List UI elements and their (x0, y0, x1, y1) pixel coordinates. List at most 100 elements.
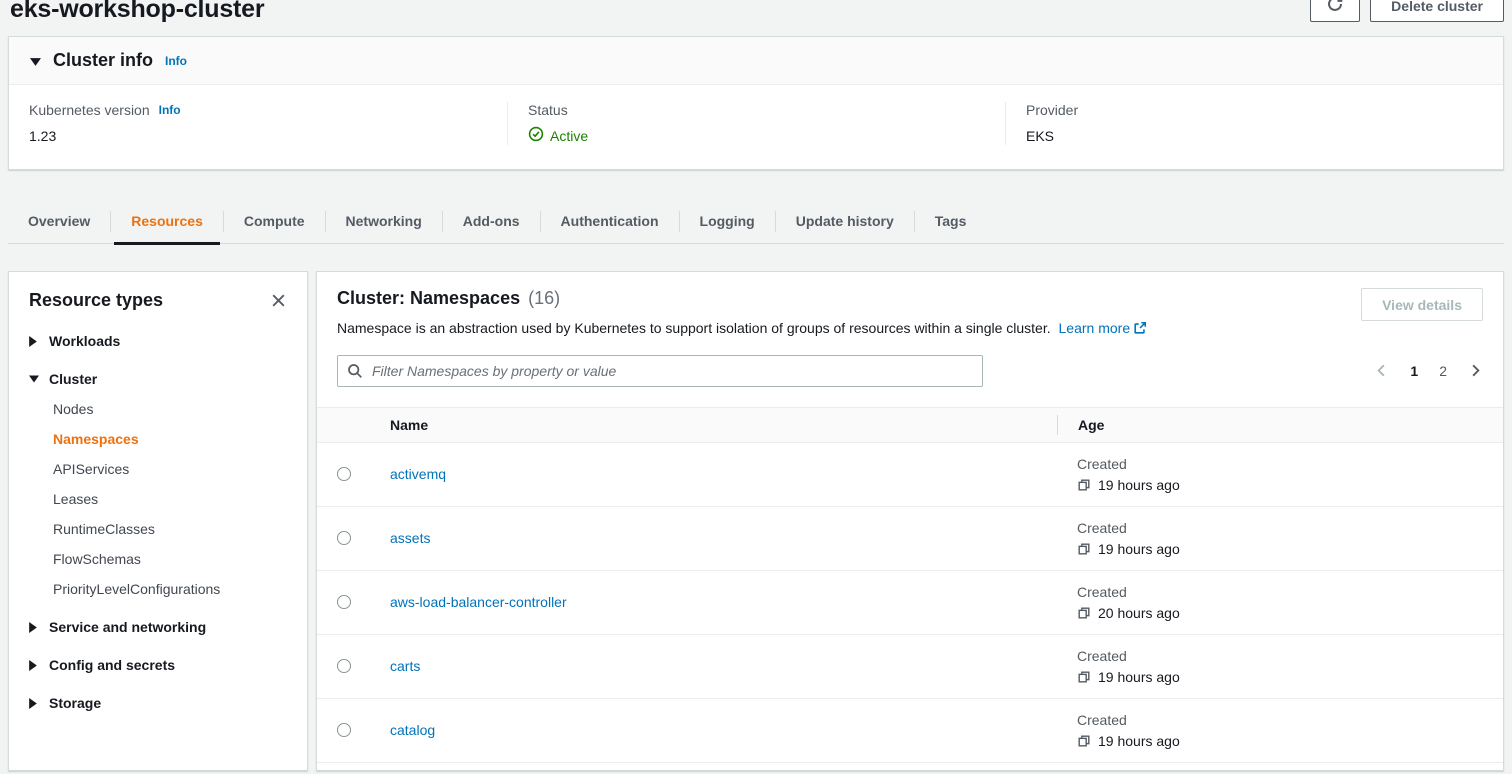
resources-content: Resource types Workloads Cluster Nodes N… (8, 271, 1504, 771)
namespace-link[interactable]: catalog (390, 722, 435, 738)
table-header: Name Age (317, 407, 1503, 443)
created-label: Created (1077, 520, 1503, 536)
kubernetes-version-label: Kubernetes version (29, 102, 150, 118)
cluster-info-header[interactable]: Cluster info Info (9, 37, 1503, 85)
chevron-right-icon (29, 622, 39, 633)
namespaces-title: Cluster: Namespaces (337, 288, 520, 309)
tree-item-nodes[interactable]: Nodes (53, 401, 287, 417)
tab-update-history[interactable]: Update history (776, 200, 914, 243)
field-kubernetes-version: Kubernetes version Info 1.23 (9, 102, 507, 145)
status-badge: Active (528, 126, 985, 145)
age-value: 20 hours ago (1098, 605, 1180, 621)
age-value: 19 hours ago (1098, 669, 1180, 685)
tree-group-label: Config and secrets (49, 657, 175, 673)
field-status: Status Active (507, 102, 1005, 145)
close-icon[interactable] (270, 292, 287, 309)
resource-types-title: Resource types (29, 290, 163, 311)
filter-namespaces-input[interactable] (337, 355, 983, 387)
status-label: Status (528, 102, 568, 118)
tab-tags[interactable]: Tags (915, 200, 987, 243)
tree-item-prioritylevelconfigurations[interactable]: PriorityLevelConfigurations (53, 581, 287, 597)
tree-group-label: Service and networking (49, 619, 206, 635)
tab-networking[interactable]: Networking (326, 200, 442, 243)
age-value: 19 hours ago (1098, 733, 1180, 749)
provider-label: Provider (1026, 102, 1078, 118)
kubernetes-version-value: 1.23 (29, 128, 487, 144)
chevron-down-icon[interactable] (30, 53, 41, 69)
row-radio[interactable] (337, 595, 351, 609)
copy-icon[interactable] (1077, 542, 1091, 556)
tree-group-storage[interactable]: Storage (29, 695, 287, 711)
pagination: 1 2 (1374, 363, 1483, 379)
tab-logging[interactable]: Logging (680, 200, 775, 243)
row-radio[interactable] (337, 531, 351, 545)
pagination-next-icon[interactable] (1468, 363, 1483, 378)
resource-types-tree: Workloads Cluster Nodes Namespaces APISe… (29, 333, 287, 711)
tree-item-namespaces[interactable]: Namespaces (53, 431, 287, 447)
learn-more-link[interactable]: Learn more (1059, 320, 1148, 336)
tree-group-label: Cluster (49, 371, 97, 387)
pagination-page-2[interactable]: 2 (1439, 363, 1447, 379)
table-row: carts Created 19 hours ago (317, 635, 1503, 699)
tree-item-leases[interactable]: Leases (53, 491, 287, 507)
namespace-link[interactable]: activemq (390, 466, 446, 482)
tree-item-apiservices[interactable]: APIServices (53, 461, 287, 477)
page-title: eks-workshop-cluster (10, 0, 264, 24)
refresh-button[interactable] (1310, 0, 1360, 22)
tab-resources[interactable]: Resources (111, 200, 223, 243)
namespaces-description: Namespace is an abstraction used by Kube… (337, 319, 1147, 341)
created-label: Created (1077, 648, 1503, 664)
row-radio[interactable] (337, 467, 351, 481)
header-actions: Delete cluster (1310, 0, 1504, 22)
namespaces-table: Name Age activemq Created 19 hours ago a… (317, 407, 1503, 763)
field-provider: Provider EKS (1005, 102, 1503, 145)
tab-authentication[interactable]: Authentication (541, 200, 679, 243)
column-header-age[interactable]: Age (1058, 417, 1503, 433)
copy-icon[interactable] (1077, 734, 1091, 748)
check-circle-icon (528, 126, 544, 145)
table-row: activemq Created 19 hours ago (317, 443, 1503, 507)
cluster-info-info-link[interactable]: Info (165, 54, 187, 68)
refresh-icon (1326, 0, 1344, 16)
tab-compute[interactable]: Compute (224, 200, 325, 243)
tree-group-cluster[interactable]: Cluster (29, 371, 287, 387)
tab-overview[interactable]: Overview (8, 200, 110, 243)
copy-icon[interactable] (1077, 606, 1091, 620)
delete-cluster-button[interactable]: Delete cluster (1370, 0, 1504, 22)
column-header-name[interactable]: Name (390, 417, 1057, 433)
chevron-right-icon (29, 698, 39, 709)
provider-value: EKS (1026, 128, 1483, 144)
tree-group-label: Storage (49, 695, 101, 711)
cluster-info-fields: Kubernetes version Info 1.23 Status Acti… (9, 85, 1503, 169)
pagination-page-1[interactable]: 1 (1410, 363, 1418, 379)
kubernetes-version-info-link[interactable]: Info (159, 103, 181, 117)
tree-group-workloads[interactable]: Workloads (29, 333, 287, 349)
tree-group-config-and-secrets[interactable]: Config and secrets (29, 657, 287, 673)
tree-item-runtimeclasses[interactable]: RuntimeClasses (53, 521, 287, 537)
row-radio[interactable] (337, 723, 351, 737)
chevron-down-icon (29, 375, 39, 383)
created-label: Created (1077, 456, 1503, 472)
namespace-link[interactable]: aws-load-balancer-controller (390, 594, 567, 610)
tree-item-flowschemas[interactable]: FlowSchemas (53, 551, 287, 567)
chevron-right-icon (29, 660, 39, 671)
age-value: 19 hours ago (1098, 541, 1180, 557)
resource-types-panel: Resource types Workloads Cluster Nodes N… (8, 271, 308, 771)
namespace-link[interactable]: carts (390, 658, 420, 674)
page-header: eks-workshop-cluster Delete cluster (0, 0, 1512, 24)
pagination-prev-icon[interactable] (1374, 363, 1389, 378)
view-details-button[interactable]: View details (1361, 288, 1483, 321)
namespaces-description-text: Namespace is an abstraction used by Kube… (337, 320, 1051, 336)
filter-field (337, 355, 983, 387)
copy-icon[interactable] (1077, 478, 1091, 492)
table-row: aws-load-balancer-controller Created 20 … (317, 571, 1503, 635)
tree-group-service-and-networking[interactable]: Service and networking (29, 619, 287, 635)
cluster-tabs: Overview Resources Compute Networking Ad… (8, 200, 1504, 244)
copy-icon[interactable] (1077, 670, 1091, 684)
row-radio[interactable] (337, 659, 351, 673)
namespaces-count: (16) (528, 288, 560, 309)
search-icon (347, 363, 363, 382)
cluster-info-panel: Cluster info Info Kubernetes version Inf… (8, 36, 1504, 170)
namespace-link[interactable]: assets (390, 530, 430, 546)
tab-add-ons[interactable]: Add-ons (443, 200, 540, 243)
